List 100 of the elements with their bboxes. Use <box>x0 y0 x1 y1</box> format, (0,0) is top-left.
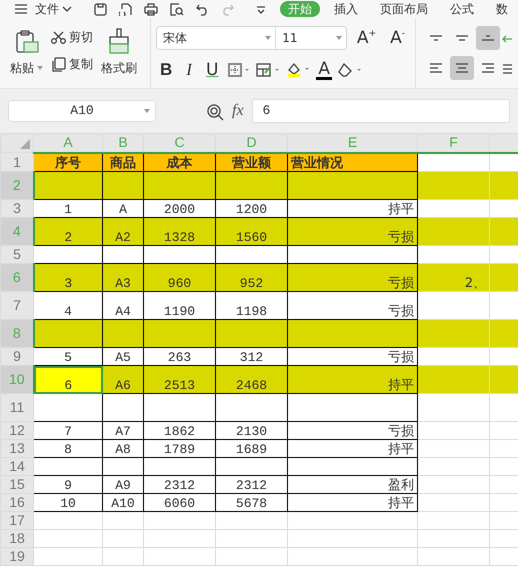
column-header[interactable]: C <box>144 134 216 152</box>
table-cell: 2513 <box>144 366 216 394</box>
row-header[interactable]: 13 <box>0 440 34 458</box>
table-cell: 2 <box>34 218 102 246</box>
table-cell <box>216 458 288 476</box>
column-header[interactable]: E <box>288 134 418 152</box>
table-cell <box>418 458 490 476</box>
print-preview-icon[interactable] <box>170 3 184 16</box>
row-header[interactable]: 18 <box>0 530 34 548</box>
row-header[interactable]: 14 <box>0 458 34 476</box>
table-cell: 6 <box>34 366 102 394</box>
row-header[interactable]: 7 <box>0 292 34 320</box>
table-cell: 1862 <box>144 422 216 440</box>
table-cell: A2 <box>102 218 144 246</box>
table-cell <box>216 512 288 530</box>
ribbon-tab[interactable]: 页面布局 <box>372 1 436 17</box>
grow-font-button[interactable]: A$^{+}$ <box>352 28 380 48</box>
shrink-font-button[interactable]: A$^{-}$ <box>386 28 409 48</box>
eraser-icon[interactable] <box>338 63 362 77</box>
copy-icon <box>51 56 66 72</box>
align-center-button[interactable] <box>450 56 474 80</box>
conditional-format-icon[interactable] <box>256 63 280 77</box>
table-cell <box>418 366 490 394</box>
row-header[interactable]: 1 <box>0 152 34 172</box>
copy-button[interactable]: 复制 <box>51 55 93 73</box>
caret-icon <box>62 6 72 12</box>
table-cell: 2312 <box>216 476 288 494</box>
justify-icon[interactable] <box>502 62 512 75</box>
column-header[interactable]: D <box>216 134 288 152</box>
table-cell <box>216 548 288 566</box>
table-cell <box>418 494 490 512</box>
fill-color-icon[interactable] <box>286 62 310 78</box>
table-cell <box>102 320 144 348</box>
row-header[interactable]: 2 <box>0 172 34 200</box>
row-header[interactable]: 12 <box>0 422 34 440</box>
row-header[interactable]: 3 <box>0 200 34 218</box>
indent-icon[interactable] <box>502 32 512 45</box>
table-cell: 盈利 <box>288 476 418 494</box>
dropdown-icon[interactable] <box>256 6 266 14</box>
cut-button[interactable]: 剪切 <box>51 28 93 46</box>
row-header[interactable]: 8 <box>0 320 34 348</box>
table-cell: 1328 <box>144 218 216 246</box>
table-cell <box>144 458 216 476</box>
paste-button[interactable]: 粘贴 <box>10 59 43 77</box>
column-header[interactable]: A <box>34 134 102 152</box>
table-cell: 7 <box>34 422 102 440</box>
table-cell: A10 <box>102 494 144 512</box>
format-painter-button[interactable]: 格式刷 <box>101 59 137 77</box>
row-header[interactable]: 11 <box>0 394 34 422</box>
export-icon[interactable] <box>119 3 132 16</box>
table-cell <box>102 548 144 566</box>
row-header[interactable]: 4 <box>0 218 34 246</box>
table-cell <box>418 548 490 566</box>
borders-icon[interactable] <box>228 63 250 77</box>
table-cell <box>102 394 144 422</box>
print-icon[interactable] <box>144 3 158 16</box>
table-cell: 持平 <box>288 440 418 458</box>
ribbon-tab[interactable]: 数 <box>488 1 516 17</box>
ribbon-tab[interactable]: 开始 <box>280 1 320 17</box>
undo-icon[interactable] <box>196 4 209 16</box>
font-color-button[interactable]: A <box>316 60 332 80</box>
table-cell: 2312 <box>144 476 216 494</box>
row-header[interactable]: 10 <box>0 366 34 394</box>
row-header[interactable]: 19 <box>0 548 34 566</box>
ribbon-tab[interactable]: 插入 <box>326 1 366 17</box>
align-bottom-button[interactable] <box>476 26 500 50</box>
table-cell: A6 <box>102 366 144 394</box>
table-cell: A9 <box>102 476 144 494</box>
table-cell <box>418 422 490 440</box>
save-icon[interactable] <box>94 3 107 16</box>
table-cell: 9 <box>34 476 102 494</box>
bold-button[interactable]: B <box>156 60 176 80</box>
table-cell <box>144 512 216 530</box>
table-cell <box>102 512 144 530</box>
ribbon-tab[interactable]: 公式 <box>442 1 482 17</box>
row-header[interactable]: 9 <box>0 348 34 366</box>
file-menu[interactable]: 文件 <box>14 0 72 18</box>
table-cell <box>216 394 288 422</box>
column-header[interactable]: B <box>102 134 144 152</box>
dropdown-caret-icon[interactable] <box>37 66 43 70</box>
align-bottom-icon <box>481 35 495 41</box>
row-header[interactable]: 17 <box>0 512 34 530</box>
table-cell <box>144 320 216 348</box>
zoom-icon[interactable] <box>206 102 224 121</box>
row-header[interactable]: 5 <box>0 246 34 264</box>
table-cell <box>144 172 216 200</box>
dropdown-caret-icon[interactable] <box>144 109 150 113</box>
table-cell <box>418 530 490 548</box>
row-header[interactable]: 6 <box>0 264 34 292</box>
italic-button[interactable]: I <box>182 60 196 80</box>
table-cell: 亏损 <box>288 218 418 246</box>
row-header[interactable]: 16 <box>0 494 34 512</box>
table-cell: 2、 <box>418 264 490 292</box>
table-cell: 8 <box>34 440 102 458</box>
name-box[interactable]: A10 <box>8 100 156 122</box>
column-header[interactable]: F <box>418 134 490 152</box>
row-header[interactable]: 15 <box>0 476 34 494</box>
table-cell <box>418 394 490 422</box>
function-label[interactable]: fx <box>232 99 244 123</box>
formula-field[interactable]: 6 <box>252 99 510 123</box>
